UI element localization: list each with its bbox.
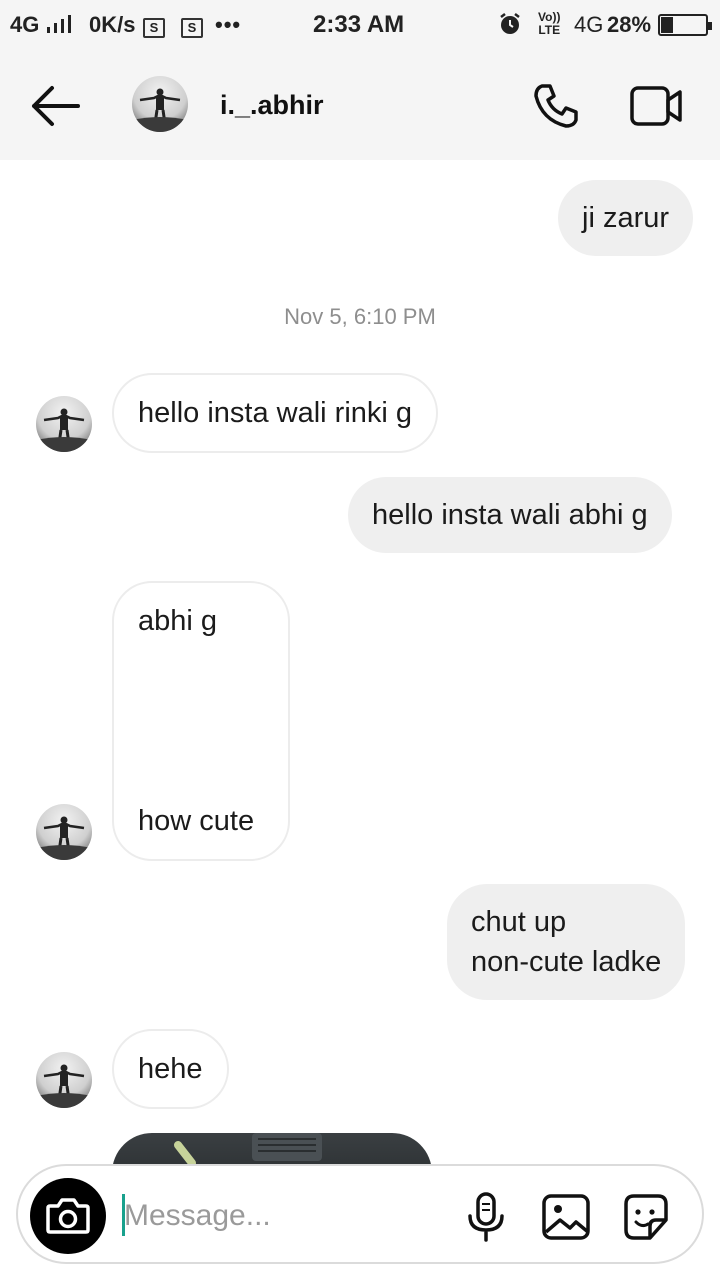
message-bubble-received[interactable]: hehe bbox=[112, 1029, 229, 1109]
more-notifications: ••• bbox=[215, 12, 242, 37]
chat-header: i._.abhir bbox=[0, 50, 720, 160]
message-line: abhi g bbox=[138, 605, 218, 637]
text-cursor bbox=[122, 1194, 125, 1236]
camera-button[interactable] bbox=[30, 1178, 106, 1254]
alarm-icon bbox=[498, 12, 522, 42]
chat-username[interactable]: i._.abhir bbox=[220, 90, 324, 121]
video-call-button[interactable] bbox=[628, 80, 684, 132]
message-bubble-sent[interactable]: chut up non-cute ladke bbox=[447, 884, 686, 1000]
person-silhouette-icon bbox=[36, 408, 92, 452]
notification-icon: S bbox=[143, 12, 165, 38]
video-camera-icon bbox=[630, 86, 682, 126]
message-composer bbox=[16, 1164, 704, 1264]
message-bubble-sent[interactable]: hello insta wali abhi g bbox=[348, 477, 672, 553]
person-silhouette-icon bbox=[36, 1064, 92, 1108]
message-line: chut up bbox=[471, 906, 567, 938]
battery-fill bbox=[661, 17, 674, 33]
microphone-icon bbox=[468, 1192, 504, 1242]
volte-indicator: Vo)) LTE bbox=[538, 11, 560, 37]
message-line: non-cute ladke bbox=[471, 946, 662, 978]
image-icon bbox=[542, 1194, 590, 1240]
message-line: how cute bbox=[138, 805, 255, 837]
s-icon: S bbox=[181, 18, 203, 38]
message-bubble-sent[interactable]: ji zarur bbox=[558, 180, 694, 256]
status-bar: 4G 0K/s S S ••• 2:33 AM Vo)) LTE 4G 28% bbox=[0, 0, 720, 50]
message-input[interactable] bbox=[122, 1188, 452, 1244]
network-indicator: 4G bbox=[10, 12, 75, 38]
signal-icon bbox=[47, 15, 72, 33]
gallery-button[interactable] bbox=[540, 1188, 592, 1244]
clock: 2:33 AM bbox=[313, 11, 405, 38]
back-arrow-icon bbox=[32, 86, 80, 126]
message-bubble-received[interactable]: abhi g how cute bbox=[112, 581, 290, 861]
voice-message-button[interactable] bbox=[460, 1188, 512, 1244]
profile-avatar[interactable] bbox=[132, 76, 188, 132]
sender-avatar[interactable] bbox=[36, 396, 92, 452]
person-silhouette-icon bbox=[36, 816, 92, 860]
sender-avatar[interactable] bbox=[36, 804, 92, 860]
notification-icon-2: S bbox=[181, 12, 203, 38]
voice-call-button[interactable] bbox=[530, 80, 582, 132]
phone-icon bbox=[534, 84, 578, 128]
s-icon: S bbox=[143, 18, 165, 38]
data-speed: 0K/s bbox=[89, 12, 136, 37]
sticker-icon bbox=[624, 1194, 668, 1240]
message-bubble-received[interactable]: hello insta wali rinki g bbox=[112, 373, 439, 453]
network-type-2: 4G bbox=[574, 12, 604, 37]
sticker-button[interactable] bbox=[620, 1188, 672, 1244]
back-button[interactable] bbox=[28, 82, 84, 130]
camera-icon bbox=[46, 1198, 90, 1234]
battery-icon bbox=[658, 14, 712, 36]
person-silhouette-icon bbox=[132, 88, 188, 132]
volte-bottom: LTE bbox=[538, 23, 561, 37]
battery-tip bbox=[708, 22, 712, 30]
network-type: 4G bbox=[10, 12, 40, 37]
chat-screen: 4G 0K/s S S ••• 2:33 AM Vo)) LTE 4G 28% … bbox=[0, 0, 720, 1280]
message-timestamp: Nov 5, 6:10 PM bbox=[284, 304, 436, 329]
battery-percent: 28% bbox=[607, 12, 652, 37]
sender-avatar[interactable] bbox=[36, 1052, 92, 1108]
